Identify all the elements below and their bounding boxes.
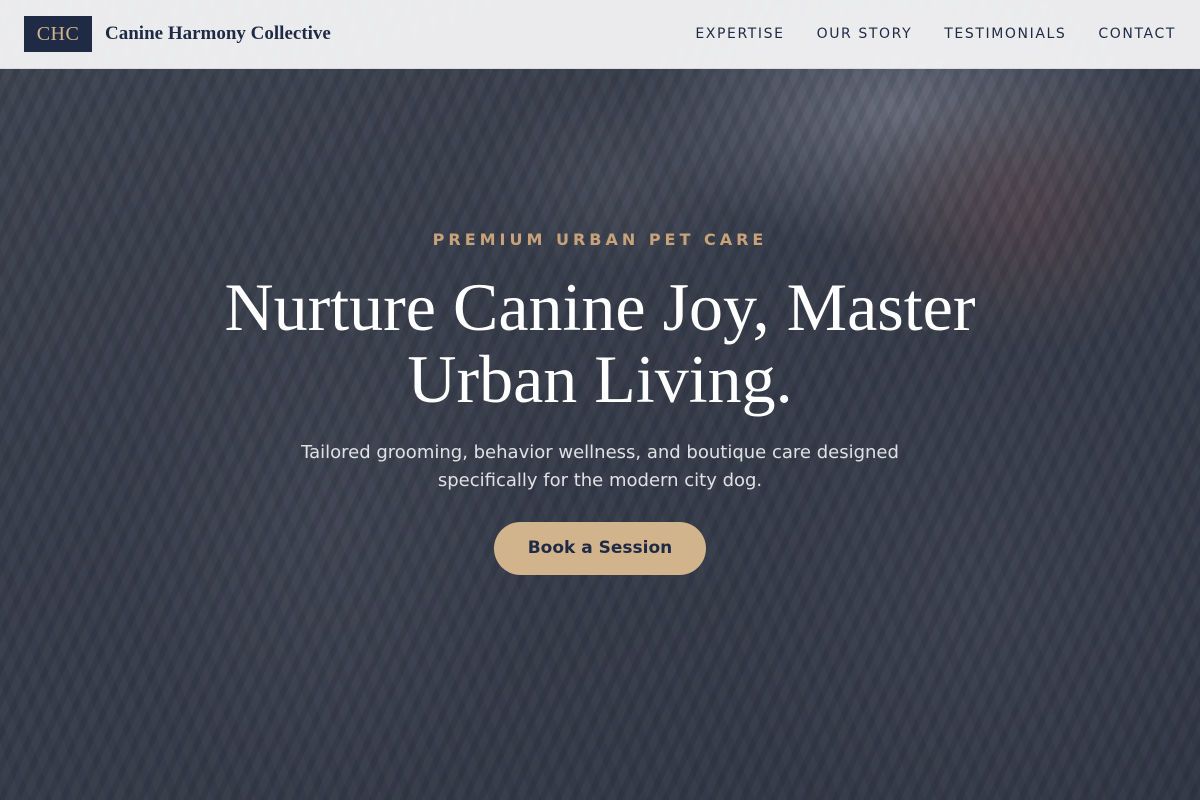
hero-eyebrow: PREMIUM URBAN PET CARE	[432, 230, 768, 249]
book-session-button[interactable]: Book a Session	[494, 522, 706, 575]
brand[interactable]: CHC Canine Harmony Collective	[24, 16, 331, 52]
hero-section: PREMIUM URBAN PET CARE Nurture Canine Jo…	[0, 230, 1200, 575]
hero-headline: Nurture Canine Joy, Master Urban Living.	[224, 269, 976, 417]
hero-subtitle: Tailored grooming, behavior wellness, an…	[301, 442, 899, 491]
site-header: CHC Canine Harmony Collective EXPERTISE …	[0, 0, 1200, 69]
nav-link-contact[interactable]: CONTACT	[1098, 26, 1176, 42]
nav-link-our-story[interactable]: OUR STORY	[817, 26, 913, 42]
landing-page: CHC Canine Harmony Collective EXPERTISE …	[0, 0, 1200, 800]
brand-name[interactable]: Canine Harmony Collective	[105, 23, 331, 45]
main-nav: EXPERTISE OUR STORY TESTIMONIALS CONTACT	[663, 26, 1176, 42]
logo[interactable]: CHC	[24, 16, 92, 52]
nav-link-expertise[interactable]: EXPERTISE	[695, 26, 784, 42]
nav-link-testimonials[interactable]: TESTIMONIALS	[944, 26, 1066, 42]
